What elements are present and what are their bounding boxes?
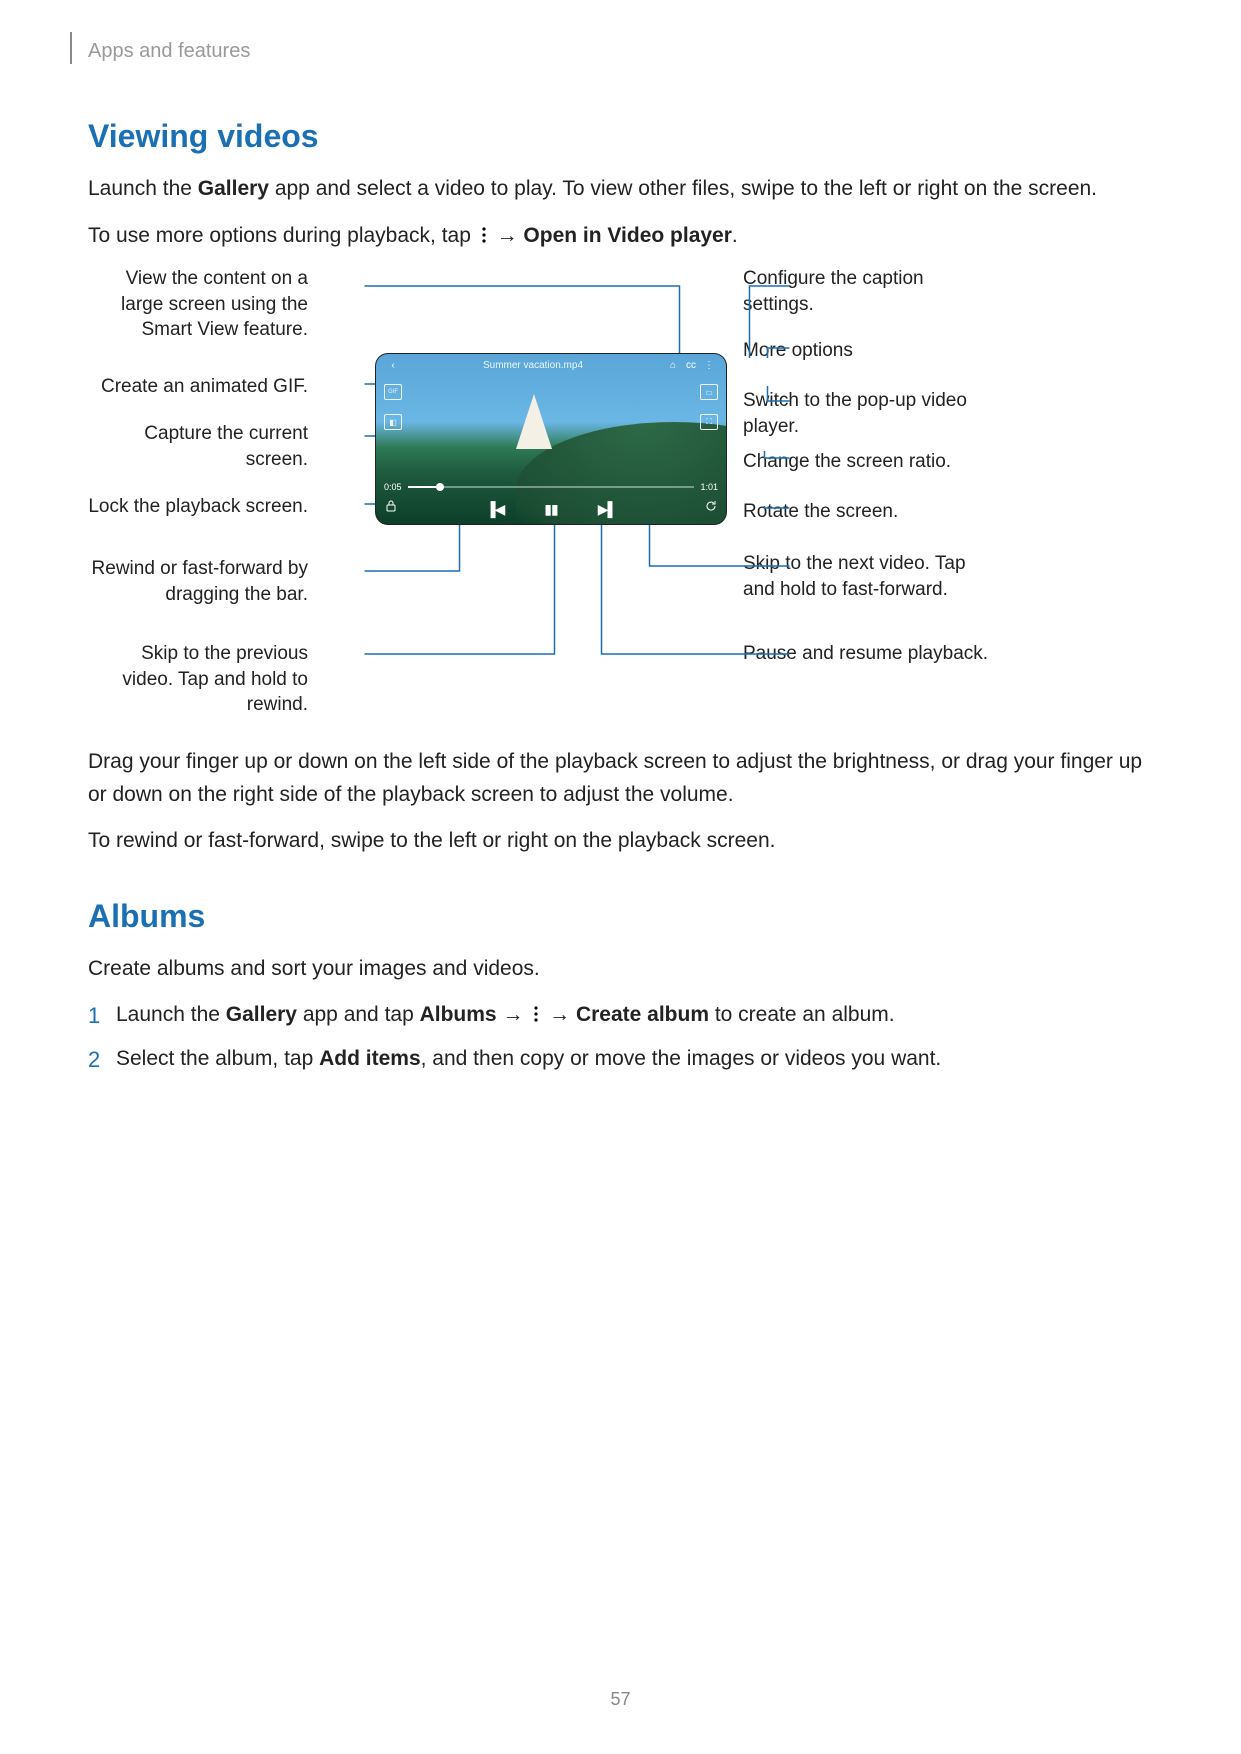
brightness-volume-paragraph: Drag your finger up or down on the left …: [88, 746, 1151, 811]
app-name-gallery: Gallery: [198, 177, 269, 200]
intro-paragraph: Launch the Gallery app and select a vide…: [88, 173, 1151, 206]
video-thumbnail: [376, 354, 726, 524]
callout-smart-view: View the content on a large screen using…: [88, 266, 308, 343]
text: , and then copy or move the images or vi…: [421, 1047, 942, 1070]
albums-tab-label: Albums: [420, 1003, 497, 1026]
text: Launch the: [88, 177, 198, 200]
text: Launch the: [116, 1003, 226, 1026]
text: Select the album, tap: [116, 1047, 319, 1070]
more-options-icon: [480, 226, 488, 244]
text: →: [543, 1003, 576, 1026]
open-in-video-player-label: Open in Video player: [523, 224, 732, 247]
callout-skip-previous: Skip to the previous video. Tap and hold…: [88, 641, 308, 718]
video-player-mock: ‹ Summer vacation.mp4 ⌂ cc ⋮ ◧ ▭ ⛶ 0:05 …: [376, 354, 726, 524]
heading-viewing-videos: Viewing videos: [88, 118, 1151, 155]
text: →: [497, 1003, 530, 1026]
callout-caption-settings: Configure the caption settings.: [743, 266, 993, 317]
more-options-icon: [532, 1005, 540, 1023]
albums-steps: 1 Launch the Gallery app and tap Albums …: [88, 999, 1151, 1077]
text: →: [491, 224, 524, 247]
gif-icon[interactable]: [384, 384, 402, 400]
back-icon[interactable]: ‹: [386, 358, 400, 372]
callout-gif: Create an animated GIF.: [88, 374, 308, 400]
video-player-diagram: View the content on a large screen using…: [88, 266, 1151, 726]
player-right-icons: ▭ ⛶: [700, 384, 718, 430]
callout-capture: Capture the current screen.: [88, 421, 308, 472]
callout-screen-ratio: Change the screen ratio.: [743, 449, 993, 475]
time-current: 0:05: [384, 482, 402, 492]
step-2: 2 Select the album, tap Add items, and t…: [88, 1043, 1151, 1077]
popup-player-icon[interactable]: ▭: [700, 384, 718, 400]
text: to create an album.: [709, 1003, 895, 1026]
text: To use more options during playback, tap: [88, 224, 477, 247]
player-title-bar: ‹ Summer vacation.mp4 ⌂ cc ⋮: [376, 354, 726, 376]
seek-bar[interactable]: [408, 486, 695, 488]
play-pause-button[interactable]: ▮▮: [544, 501, 557, 518]
video-filename: Summer vacation.mp4: [402, 360, 664, 371]
callout-rotate-screen: Rotate the screen.: [743, 499, 993, 525]
callout-pause-resume: Pause and resume playback.: [743, 641, 993, 667]
progress-bar-row: 0:05 1:01: [384, 480, 718, 494]
more-options-icon[interactable]: ⋮: [702, 358, 716, 372]
app-name-gallery: Gallery: [226, 1003, 297, 1026]
text: app and tap: [297, 1003, 420, 1026]
header-rule: [70, 32, 72, 64]
page-number: 57: [0, 1689, 1241, 1710]
skip-next-button[interactable]: ▶▌: [598, 501, 617, 518]
step-number: 2: [88, 1043, 116, 1077]
callout-popup-player: Switch to the pop-up video player.: [743, 388, 993, 439]
options-paragraph: To use more options during playback, tap…: [88, 220, 1151, 253]
breadcrumb: Apps and features: [88, 40, 1151, 63]
callout-seek-bar: Rewind or fast-forward by dragging the b…: [88, 556, 308, 607]
albums-intro: Create albums and sort your images and v…: [88, 953, 1151, 986]
player-left-icons: ◧: [384, 384, 402, 430]
callout-lock: Lock the playback screen.: [88, 494, 308, 520]
create-album-label: Create album: [576, 1003, 709, 1026]
skip-previous-button[interactable]: ▐◀: [486, 501, 505, 518]
swipe-seek-paragraph: To rewind or fast-forward, swipe to the …: [88, 825, 1151, 858]
time-total: 1:01: [700, 482, 718, 492]
screen-ratio-icon[interactable]: ⛶: [700, 414, 718, 430]
heading-albums: Albums: [88, 898, 1151, 935]
capture-icon[interactable]: ◧: [384, 414, 402, 430]
callout-skip-next: Skip to the next video. Tap and hold to …: [743, 551, 993, 602]
caption-cc-icon[interactable]: cc: [684, 358, 698, 372]
text: app and select a video to play. To view …: [269, 177, 1097, 200]
step-1: 1 Launch the Gallery app and tap Albums …: [88, 999, 1151, 1033]
step-number: 1: [88, 999, 116, 1033]
add-items-label: Add items: [319, 1047, 421, 1070]
callout-more-options: More options: [743, 338, 993, 364]
text: .: [732, 224, 738, 247]
rotate-icon[interactable]: [704, 499, 718, 518]
smart-view-icon[interactable]: ⌂: [666, 358, 680, 372]
playback-controls: ▐◀ ▮▮ ▶▌: [376, 501, 726, 518]
